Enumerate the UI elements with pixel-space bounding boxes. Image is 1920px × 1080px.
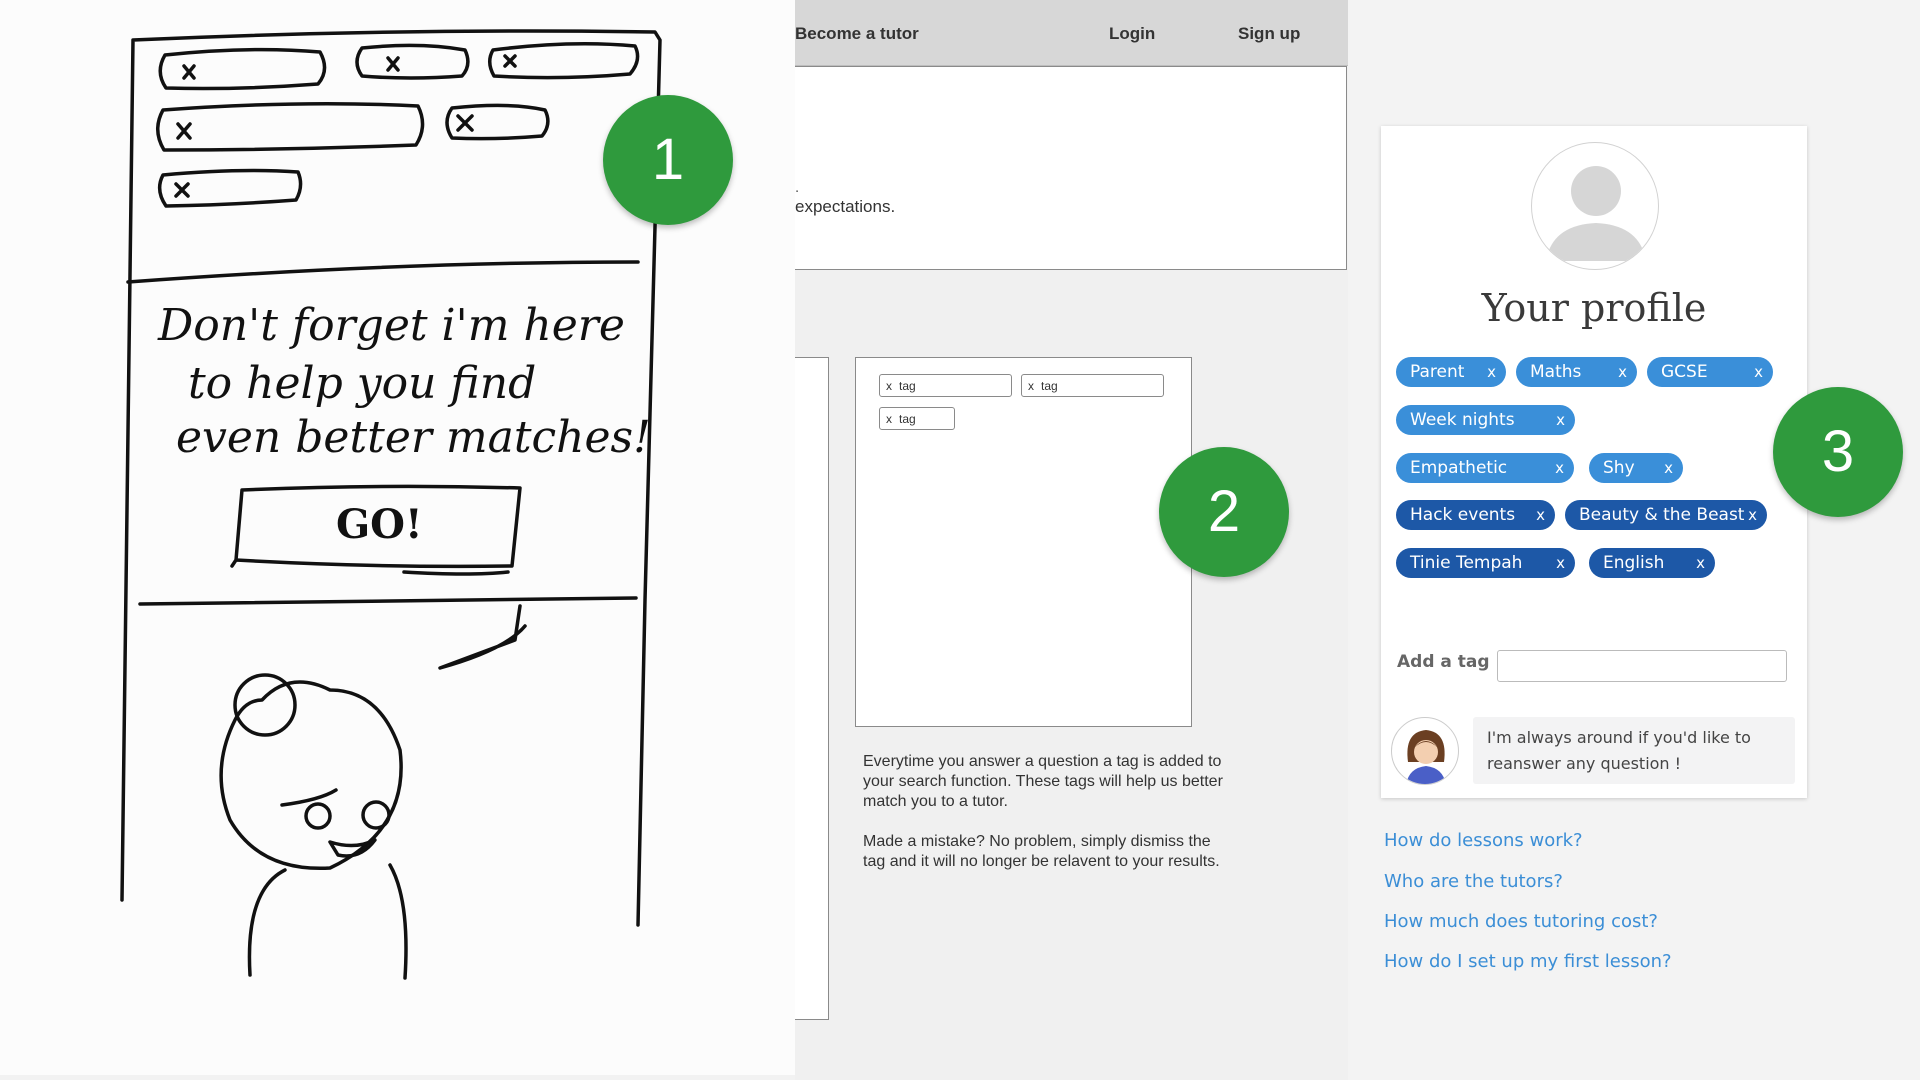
guide-speech-bubble: I'm always around if you'd like to reans… [1473,717,1795,784]
wireframe-navbar: Become a tutor Login Sign up [795,0,1348,66]
tag-remove-icon[interactable]: x [1556,548,1565,578]
profile-tag-label: Empathetic [1410,458,1508,478]
sketch-divider-bottom [138,596,638,606]
step-badge-1: 1 [603,95,733,225]
profile-tag-label: Shy [1603,458,1635,478]
wireframe-description: Everytime you answer a question a tag is… [863,752,1223,892]
nav-become-tutor-link[interactable]: Become a tutor [795,24,919,44]
profile-tag[interactable]: English x [1589,548,1715,578]
tag-remove-icon[interactable]: x [1748,500,1757,530]
tag-dismiss-icon[interactable]: x [1028,379,1034,393]
speech-line-1: I'm always around if you'd like to [1487,728,1751,747]
faq-link-first-lesson[interactable]: How do I set up my first lesson? [1384,951,1672,972]
tag-remove-icon[interactable]: x [1487,357,1496,387]
profile-tag[interactable]: Parent x [1396,357,1506,387]
profile-tag-label: Parent [1410,362,1465,382]
profile-tag-label: Maths [1530,362,1582,382]
add-tag-label: Add a tag [1397,652,1490,672]
wireframe-tag-box: x tag x tag x tag [855,357,1192,727]
sketch-speech-line-1: Don't forget i'm here [157,300,625,351]
profile-tag-label: Tinie Tempah [1410,553,1523,573]
add-tag-input[interactable] [1497,650,1787,682]
wireframe-tag[interactable]: x tag [879,407,955,430]
tag-remove-icon[interactable]: x [1555,453,1564,483]
description-paragraph-1: Everytime you answer a question a tag is… [863,753,1223,810]
sketch-speech-line-2: to help you find [188,358,536,409]
tag-remove-icon[interactable]: x [1664,453,1673,483]
faq-link-lessons[interactable]: How do lessons work? [1384,830,1583,851]
hero-text-fragment: . [795,179,800,196]
tag-label: tag [899,379,916,393]
guide-avatar [1391,717,1459,785]
profile-panel: Your profile Parent x Maths x GCSE x Week n… [1348,0,1920,1080]
sketch-tag-4 [156,102,425,152]
sketch-divider-top [126,260,640,284]
sketch-tag-2 [355,43,470,80]
profile-tag[interactable]: Hack events x [1396,500,1555,530]
description-paragraph-2: Made a mistake? No problem, simply dismi… [863,833,1220,870]
sketch-speech-line-3: even better matches! [176,412,651,463]
profile-tag[interactable]: GCSE x [1647,357,1773,387]
speech-line-2: reanswer any question ! [1487,754,1682,773]
profile-tag-label: Beauty & the Beast [1579,505,1745,525]
sketch-go-label: GO! [336,501,423,548]
faq-link-tutors[interactable]: Who are the tutors? [1384,871,1563,892]
profile-tag-label: English [1603,553,1665,573]
sketch-phone-frame [120,29,662,927]
storyboard: Don't forget i'm here to help you find e… [0,0,1920,1080]
wireframe-tag[interactable]: x tag [879,374,1012,397]
tag-remove-icon[interactable]: x [1696,548,1705,578]
tag-label: tag [1041,379,1058,393]
wireframe-tag[interactable]: x tag [1021,374,1164,397]
tag-remove-icon[interactable]: x [1536,500,1545,530]
step-badge-2: 2 [1159,447,1289,577]
step-badge-3: 3 [1773,387,1903,517]
profile-tag-label: Week nights [1410,410,1515,430]
profile-tag[interactable]: Shy x [1589,453,1683,483]
nav-signup-link[interactable]: Sign up [1238,24,1300,44]
profile-tag[interactable]: Beauty & the Beast x [1565,500,1767,530]
wireframe-hero-box: . expectations. [795,66,1347,270]
profile-card: Your profile Parent x Maths x GCSE x Week n… [1381,126,1807,798]
hero-text: expectations. [795,197,896,216]
profile-tag-label: Hack events [1410,505,1516,525]
tag-remove-icon[interactable]: x [1556,405,1565,435]
tag-remove-icon[interactable]: x [1754,357,1763,387]
profile-tag[interactable]: Tinie Tempah x [1396,548,1575,578]
faq-link-cost[interactable]: How much does tutoring cost? [1384,911,1658,932]
tag-remove-icon[interactable]: x [1618,357,1627,387]
profile-title: Your profile [1481,286,1707,330]
wireframe-left-box [795,357,829,1020]
user-avatar-icon [1531,142,1659,270]
tag-dismiss-icon[interactable]: x [886,379,892,393]
nav-login-link[interactable]: Login [1109,24,1155,44]
tag-label: tag [899,412,916,426]
tag-dismiss-icon[interactable]: x [886,412,892,426]
profile-tag-label: GCSE [1661,362,1708,382]
profile-tag[interactable]: Week nights x [1396,405,1575,435]
profile-tag[interactable]: Maths x [1516,357,1637,387]
profile-tag[interactable]: Empathetic x [1396,453,1574,483]
